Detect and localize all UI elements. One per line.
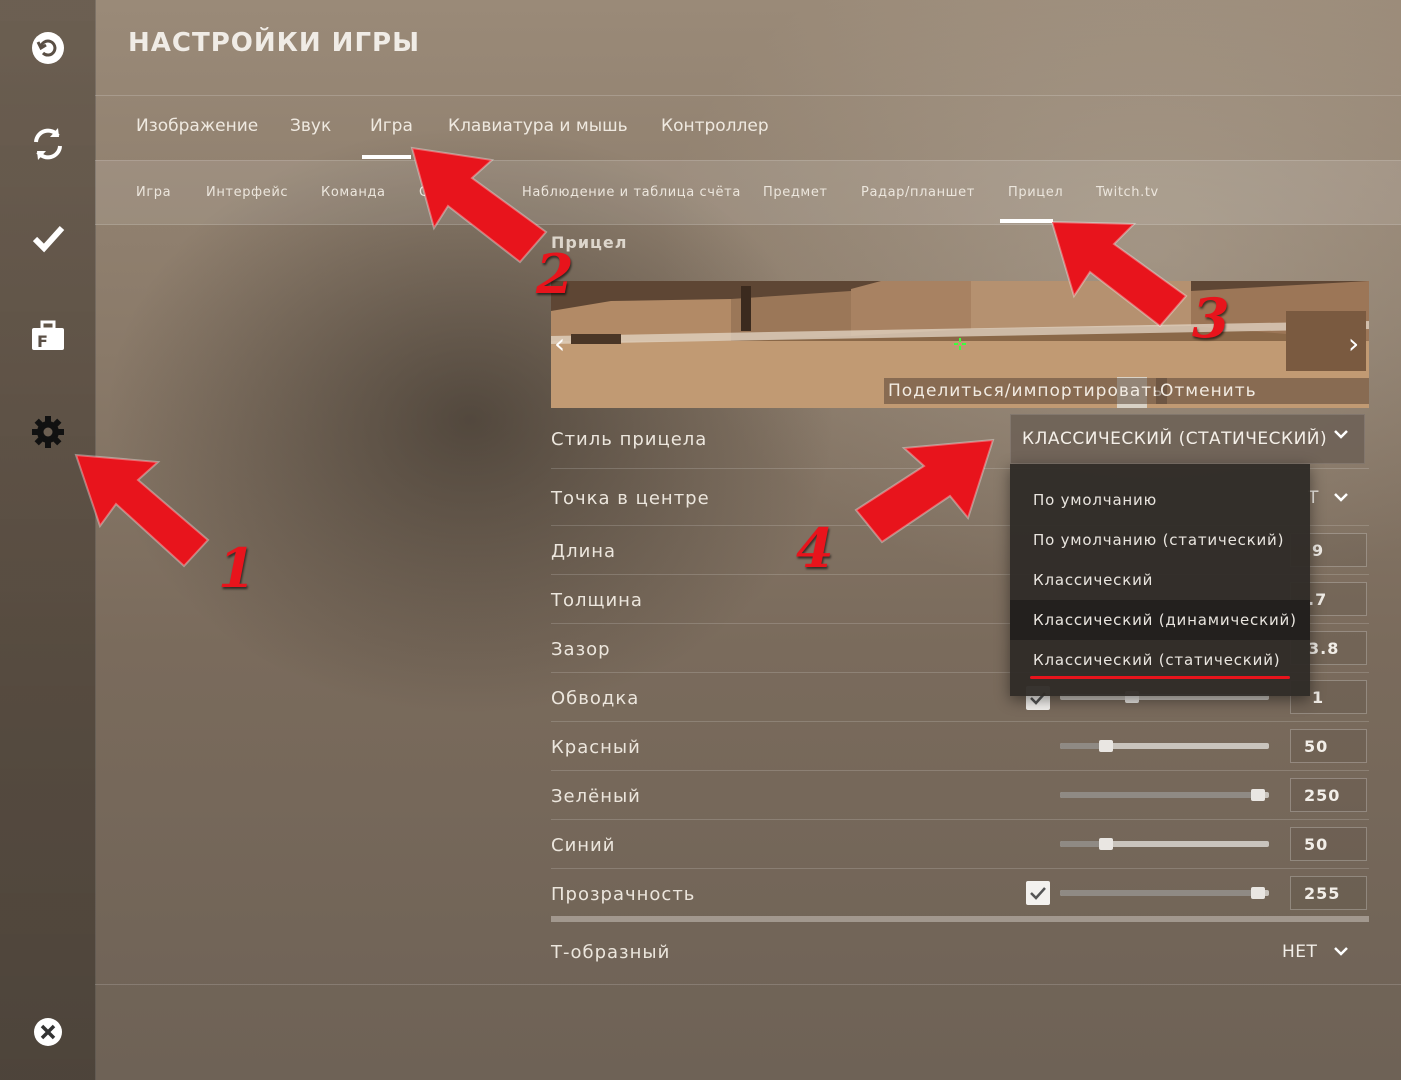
active-tab-indicator xyxy=(362,155,411,159)
row-label: Длина xyxy=(551,541,617,562)
divider xyxy=(95,984,1401,985)
crosshair-preview: ‹ › Поделиться/импортировать Отменить из… xyxy=(551,281,1369,408)
close-icon[interactable] xyxy=(22,1006,74,1058)
main-tabs: Изображение Звук Игра Клавиатура и мышь … xyxy=(95,96,1401,160)
row-label: Прозрачность xyxy=(551,884,696,905)
subtab-team[interactable]: Команда xyxy=(321,185,386,200)
alpha-checkbox[interactable] xyxy=(1026,881,1050,905)
subtab-crosshair[interactable]: Прицел xyxy=(1008,185,1063,200)
preview-prev-arrow[interactable]: ‹ xyxy=(554,330,574,358)
dropdown-option[interactable]: Классический xyxy=(1010,560,1310,600)
slider-knob[interactable] xyxy=(1099,740,1113,752)
check-icon xyxy=(1030,886,1046,900)
blue-slider[interactable] xyxy=(1060,838,1269,850)
red-value-input[interactable]: 50 xyxy=(1290,729,1367,763)
subtab-radar[interactable]: Радар/планшет xyxy=(861,185,975,200)
left-rail: F xyxy=(0,0,96,1080)
row-label: Обводка xyxy=(551,688,640,709)
row-label: Зелёный xyxy=(551,786,641,807)
row-label: Красный xyxy=(551,737,641,758)
chevron-down-icon[interactable] xyxy=(1334,493,1348,503)
briefcase-icon[interactable]: F xyxy=(22,310,74,362)
subtab-spectating[interactable]: Наблюдение и таблица счёта xyxy=(522,185,741,200)
subtab-item[interactable]: Предмет xyxy=(763,185,828,200)
slider-fill xyxy=(1060,890,1265,896)
select-value: КЛАССИЧЕСКИЙ (СТАТИЧЕСКИЙ) xyxy=(1022,429,1328,449)
tab-sound[interactable]: Звук xyxy=(290,116,331,136)
alpha-value-input[interactable]: 255 xyxy=(1290,876,1367,910)
row-t-style: Т-образный НЕТ xyxy=(551,922,1369,984)
chevron-down-icon xyxy=(1334,430,1348,439)
svg-text:F: F xyxy=(37,332,48,351)
row-blue: Синий 50 xyxy=(551,819,1369,869)
annotation-number: 1 xyxy=(218,536,256,600)
undo-icon[interactable] xyxy=(22,22,74,74)
t-style-value[interactable]: НЕТ xyxy=(1282,942,1317,962)
row-label: Т-образный xyxy=(551,942,671,963)
sub-tabs: Игра Интерфейс Команда О Наблюдение и та… xyxy=(95,160,1401,225)
slider-fill xyxy=(1060,743,1102,749)
slider-fill xyxy=(1060,841,1102,847)
subtab-interface[interactable]: Интерфейс xyxy=(206,185,288,200)
subtab-twitch[interactable]: Twitch.tv xyxy=(1096,185,1159,200)
sync-icon[interactable] xyxy=(22,118,74,170)
green-slider[interactable] xyxy=(1060,789,1269,801)
active-subtab-indicator xyxy=(1000,219,1053,223)
row-label: Толщина xyxy=(551,590,643,611)
annotation-number: 4 xyxy=(796,516,834,580)
page-title: НАСТРОЙКИ ИГРЫ xyxy=(128,28,421,58)
revert-changes-button[interactable]: Отменить изменения xyxy=(1156,378,1369,408)
row-red: Красный 50 xyxy=(551,721,1369,771)
alpha-slider[interactable] xyxy=(1060,887,1269,899)
preview-next-arrow[interactable]: › xyxy=(1348,330,1368,358)
red-slider[interactable] xyxy=(1060,740,1269,752)
subtab-game[interactable]: Игра xyxy=(136,185,171,200)
row-label: Стиль прицела xyxy=(551,429,708,450)
row-label: Зазор xyxy=(551,639,611,660)
check-icon[interactable] xyxy=(22,213,74,265)
gear-icon[interactable] xyxy=(22,406,74,458)
row-label: Синий xyxy=(551,835,616,856)
row-green: Зелёный 250 xyxy=(551,770,1369,820)
tab-game[interactable]: Игра xyxy=(370,116,413,136)
subtab-truncated[interactable]: О xyxy=(419,185,430,200)
row-label: Точка в центре xyxy=(551,488,710,509)
chevron-down-icon[interactable] xyxy=(1334,947,1348,957)
slider-fill xyxy=(1060,792,1265,798)
annotation-number: 3 xyxy=(1192,286,1230,350)
blue-value-input[interactable]: 50 xyxy=(1290,827,1367,861)
dropdown-option-selected[interactable]: Классический (статический) xyxy=(1010,640,1310,680)
dropdown-option-hovered[interactable]: Классический (динамический) xyxy=(1010,600,1310,640)
row-alpha: Прозрачность 255 xyxy=(551,868,1369,916)
share-import-button[interactable]: Поделиться/импортировать xyxy=(884,378,1168,404)
slider-knob[interactable] xyxy=(1099,838,1113,850)
dropdown-option[interactable]: По умолчанию (статический) xyxy=(1010,520,1310,560)
slider-knob[interactable] xyxy=(1251,887,1265,899)
tab-image[interactable]: Изображение xyxy=(136,116,258,136)
crosshair-style-select[interactable]: КЛАССИЧЕСКИЙ (СТАТИЧЕСКИЙ) xyxy=(1010,414,1365,464)
tab-controller[interactable]: Контроллер xyxy=(661,116,769,136)
annotation-underline xyxy=(1030,676,1290,679)
crosshair-style-dropdown: По умолчанию По умолчанию (статический) … xyxy=(1010,464,1310,696)
slider-knob[interactable] xyxy=(1251,789,1265,801)
annotation-number: 2 xyxy=(536,242,574,306)
crosshair-icon xyxy=(954,338,966,350)
dropdown-option[interactable]: По умолчанию xyxy=(1010,480,1310,520)
green-value-input[interactable]: 250 xyxy=(1290,778,1367,812)
tab-keyboard-mouse[interactable]: Клавиатура и мышь xyxy=(448,116,628,136)
